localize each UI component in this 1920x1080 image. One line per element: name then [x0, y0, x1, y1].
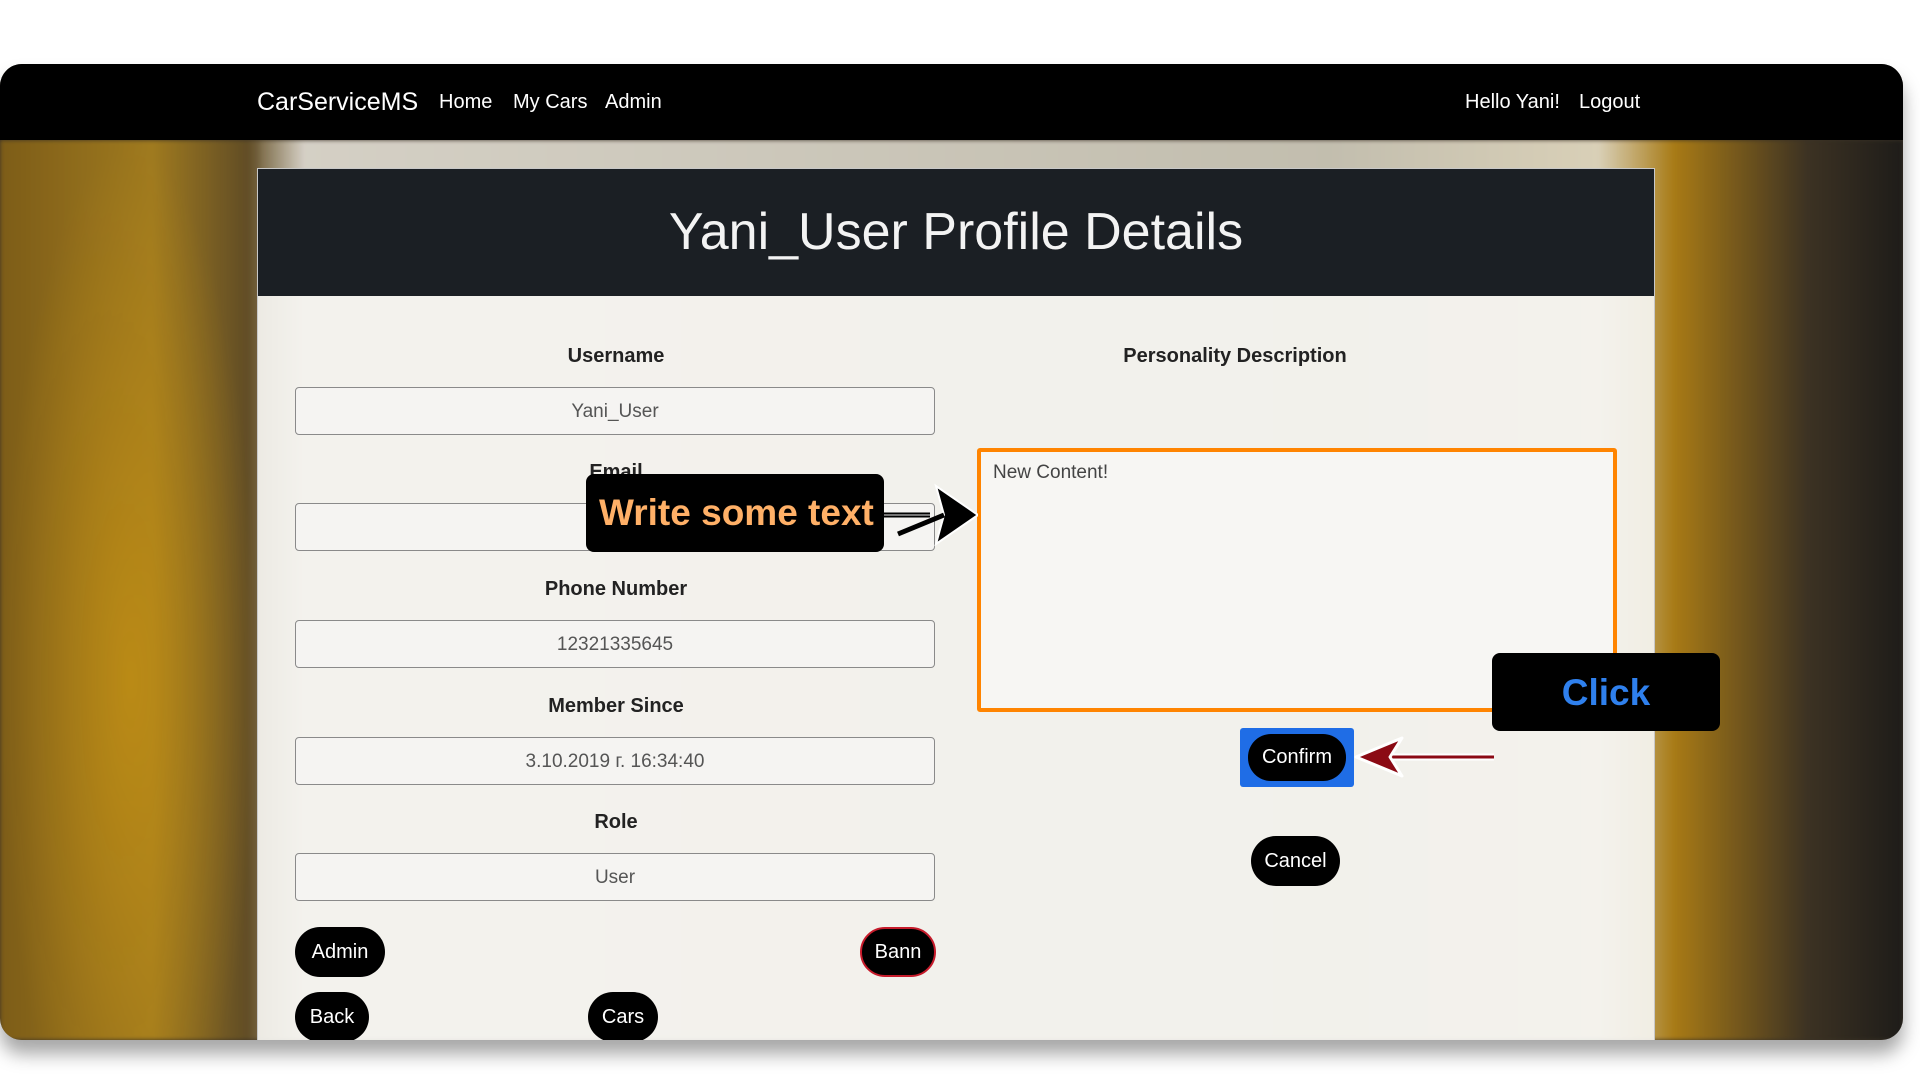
write-hint-text: Write some text [599, 492, 874, 533]
click-hint-text: Click [1561, 672, 1651, 713]
personality-label: Personality Description [1123, 345, 1347, 367]
admin-button[interactable]: Admin [295, 927, 385, 977]
nav-my-cars[interactable]: My Cars [513, 91, 587, 114]
phone-field[interactable]: 12321335645 [295, 620, 935, 668]
cars-button[interactable]: Cars [588, 992, 658, 1040]
personality-text: New Content! [993, 462, 1109, 483]
member-since-field[interactable]: 3.10.2019 г. 16:34:40 [295, 737, 935, 785]
user-greeting[interactable]: Hello Yani! [1465, 91, 1560, 114]
role-field[interactable]: User [295, 853, 935, 901]
app-window: CarServiceMS Home My Cars Admin Hello Ya… [0, 64, 1903, 1040]
role-label: Role [594, 811, 638, 833]
click-hint-callout: Click [1492, 653, 1720, 731]
brand-link[interactable]: CarServiceMS [257, 88, 418, 117]
username-field[interactable]: Yani_User [295, 387, 935, 435]
back-button[interactable]: Back [295, 992, 369, 1040]
nav-logout[interactable]: Logout [1579, 91, 1640, 114]
nav-admin[interactable]: Admin [605, 91, 662, 114]
navbar: CarServiceMS Home My Cars Admin Hello Ya… [0, 64, 1903, 140]
bann-button[interactable]: Bann [860, 927, 936, 977]
confirm-highlight: Confirm [1240, 728, 1354, 787]
panel-header: Yani_User Profile Details [258, 169, 1654, 296]
username-label: Username [567, 345, 665, 367]
arrow-left-icon [1354, 736, 1494, 778]
cancel-button[interactable]: Cancel [1251, 836, 1340, 886]
arrow-right-icon [884, 483, 978, 547]
page-title: Yani_User Profile Details [668, 203, 1244, 261]
write-hint-callout: Write some text [586, 474, 884, 552]
member-since-label: Member Since [548, 695, 684, 717]
nav-home[interactable]: Home [439, 91, 492, 114]
phone-label: Phone Number [544, 578, 688, 600]
confirm-button[interactable]: Confirm [1248, 734, 1346, 781]
